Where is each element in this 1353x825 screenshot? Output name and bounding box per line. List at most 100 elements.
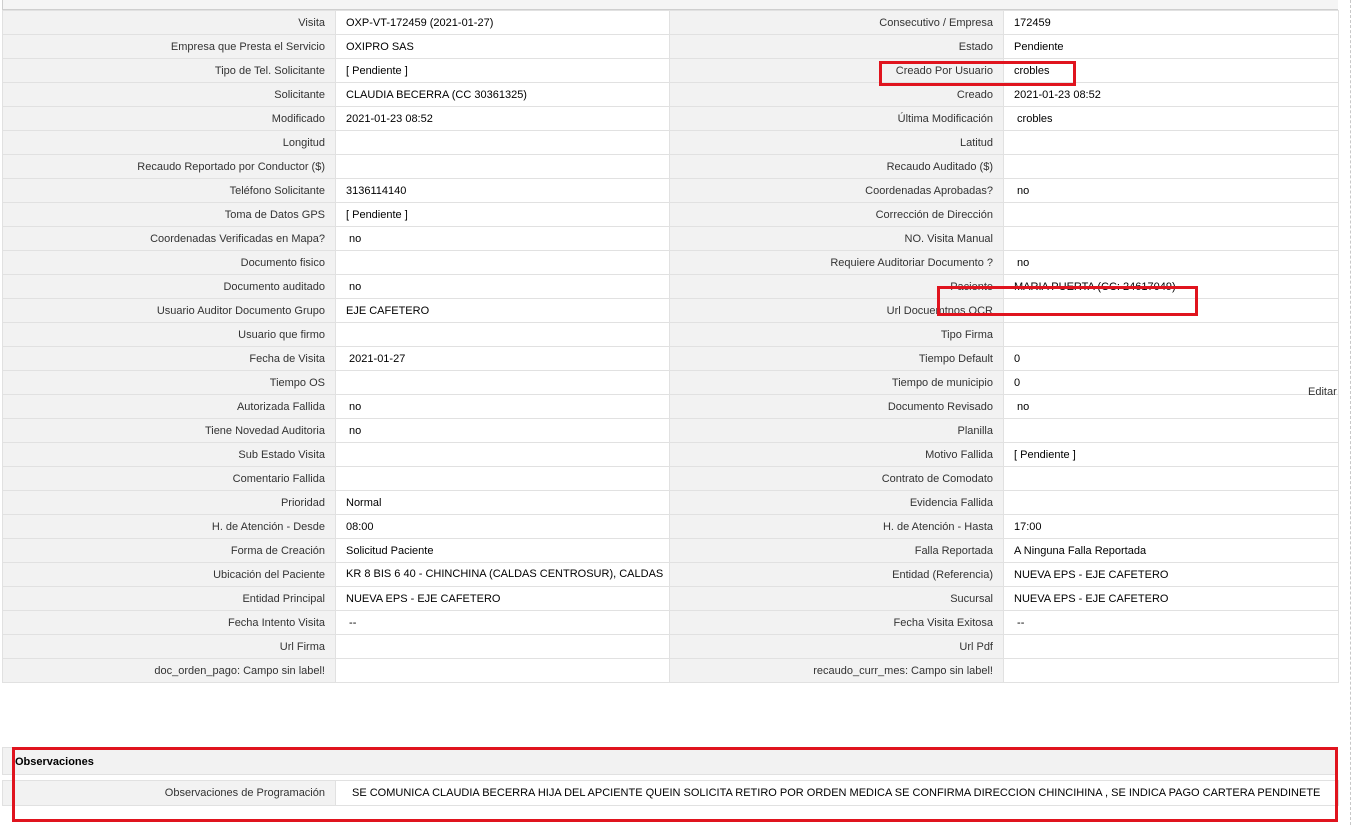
field-label-text: Recaudo Auditado ($) [886, 160, 993, 173]
field-value: 08:00 [335, 514, 670, 539]
field-label: Url Firma [2, 634, 336, 659]
table-row: Url Firma Url Pdf [2, 634, 1339, 659]
field-label: Fecha Visita Exitosa [669, 610, 1004, 635]
field-label: Autorizada Fallida [2, 394, 336, 419]
field-label: Última Modificación [669, 106, 1004, 131]
field-value: no [335, 226, 670, 251]
field-label-text: NO. Visita Manual [904, 232, 993, 245]
field-value: Normal [335, 490, 670, 515]
field-value-text: MARIA PUERTA (CC: 24617049) [1014, 280, 1176, 293]
field-value: EJE CAFETERO [335, 298, 670, 323]
field-value: -- [335, 610, 670, 635]
table-row: doc_orden_pago: Campo sin label! recaudo_… [2, 658, 1339, 683]
field-label-text: Evidencia Fallida [909, 496, 993, 509]
field-label: Longitud [2, 130, 336, 155]
observaciones-label: Observaciones de Programación [2, 780, 336, 806]
field-label: Url Docuemtnos OCR [669, 298, 1004, 323]
field-value-text: OXIPRO SAS [346, 40, 414, 53]
table-row: Fecha de Visita 2021-01-27 Tiempo Default… [2, 346, 1339, 371]
field-value-text: 172459 [1014, 16, 1051, 29]
field-label: Tiempo OS [2, 370, 336, 395]
field-value-text: [ Pendiente ] [1014, 448, 1076, 461]
field-label-text: Modificado [271, 112, 325, 125]
table-row: Tipo de Tel. Solicitante [ Pendiente ] Cre… [2, 58, 1339, 83]
field-label-text: Documento fisico [240, 256, 325, 269]
field-value: KR 8 BIS 6 40 - CHINCHINA (CALDAS CENTRO… [335, 562, 670, 587]
observaciones-table: Observaciones de Programación SE COMUNIC… [2, 780, 1339, 806]
field-value: OXP-VT-172459 (2021-01-27) [335, 10, 670, 35]
field-label-text: Url Docuemtnos OCR [886, 304, 993, 317]
field-value-text: no [346, 232, 362, 245]
field-label: Sub Estado Visita [2, 442, 336, 467]
field-label-text: Url Firma [279, 640, 325, 653]
field-label: Documento fisico [2, 250, 336, 275]
field-label-text: Ubicación del Paciente [213, 568, 325, 581]
field-value-text: -- [346, 616, 357, 629]
field-value-text: [ Pendiente ] [346, 208, 408, 221]
field-value [335, 130, 670, 155]
field-value-text: A Ninguna Falla Reportada [1014, 544, 1147, 557]
table-row: Toma de Datos GPS [ Pendiente ] Corrección… [2, 202, 1339, 227]
field-value-text: -- [1014, 616, 1025, 629]
field-label-text: Creado Por Usuario [895, 64, 993, 77]
field-value: 172459 [1003, 10, 1339, 35]
table-row: Recaudo Reportado por Conductor ($) Recau… [2, 154, 1339, 179]
field-label: recaudo_curr_mes: Campo sin label! [669, 658, 1004, 683]
edit-link[interactable]: Editar [1308, 386, 1337, 398]
field-value-text: no [346, 400, 362, 413]
table-row: Tiempo OS Tiempo de municipio 0 [2, 370, 1339, 395]
field-value-text: 3136114140 [346, 184, 407, 197]
field-value: crobles [1003, 58, 1339, 83]
field-value [335, 322, 670, 347]
table-row: Observaciones de Programación SE COMUNIC… [2, 780, 1339, 806]
field-label-text: Empresa que Presta el Servicio [170, 40, 325, 53]
field-label-text: Contrato de Comodato [881, 472, 993, 485]
field-value-text: 2021-01-27 [346, 352, 406, 365]
field-value: no [1003, 178, 1339, 203]
field-value-text: 2021-01-23 08:52 [1014, 88, 1101, 101]
table-row: Empresa que Presta el Servicio OXIPRO SAS… [2, 34, 1339, 59]
field-label-text: Creado [956, 88, 993, 101]
field-label: Documento auditado [2, 274, 336, 299]
dashed-divider [1350, 0, 1351, 825]
table-row: Coordenadas Verificadas en Mapa? no NO. V… [2, 226, 1339, 251]
field-label: Tipo de Tel. Solicitante [2, 58, 336, 83]
field-label-text: doc_orden_pago: Campo sin label! [154, 664, 325, 677]
field-value-text: Solicitud Paciente [346, 544, 434, 557]
field-value [335, 442, 670, 467]
field-value: A Ninguna Falla Reportada [1003, 538, 1339, 563]
field-value [1003, 298, 1339, 323]
field-label: Usuario que firmo [2, 322, 336, 347]
field-label: H. de Atención - Desde [2, 514, 336, 539]
field-value-text: no [346, 424, 362, 437]
field-value [335, 634, 670, 659]
field-value-text: [ Pendiente ] [346, 64, 408, 77]
field-value: 0 [1003, 346, 1339, 371]
table-row: Documento fisico Requiere Auditoriar Docu… [2, 250, 1339, 275]
field-label-text: Entidad Principal [242, 592, 325, 605]
field-label: Sucursal [669, 586, 1004, 611]
field-value: NUEVA EPS - EJE CAFETERO [335, 586, 670, 611]
table-row: Visita OXP-VT-172459 (2021-01-27) Consecut… [2, 10, 1339, 35]
field-value-text: CLAUDIA BECERRA (CC 30361325) [346, 88, 527, 101]
field-label: Motivo Fallida [669, 442, 1004, 467]
field-value: [ Pendiente ] [335, 202, 670, 227]
field-label-text: Usuario Auditor Documento Grupo [156, 304, 325, 317]
field-label-text: Planilla [957, 424, 993, 437]
field-label-text: Recaudo Reportado por Conductor ($) [137, 160, 325, 173]
field-value: no [1003, 250, 1339, 275]
table-row: Longitud Latitud [2, 130, 1339, 155]
field-value-text: NUEVA EPS - EJE CAFETERO [1014, 592, 1169, 605]
field-value: 2021-01-23 08:52 [1003, 82, 1339, 107]
field-value [1003, 466, 1339, 491]
field-value-text: no [1014, 256, 1030, 269]
table-row: Solicitante CLAUDIA BECERRA (CC 30361325)… [2, 82, 1339, 107]
field-value-text: OXP-VT-172459 (2021-01-27) [346, 16, 494, 29]
field-label: doc_orden_pago: Campo sin label! [2, 658, 336, 683]
field-label: Toma de Datos GPS [2, 202, 336, 227]
field-value-text: no [1014, 400, 1030, 413]
field-label: Creado Por Usuario [669, 58, 1004, 83]
field-value-text: 0 [1014, 376, 1021, 389]
field-label-text: Solicitante [274, 88, 325, 101]
table-row: Autorizada Fallida no Documento Revisado … [2, 394, 1339, 419]
